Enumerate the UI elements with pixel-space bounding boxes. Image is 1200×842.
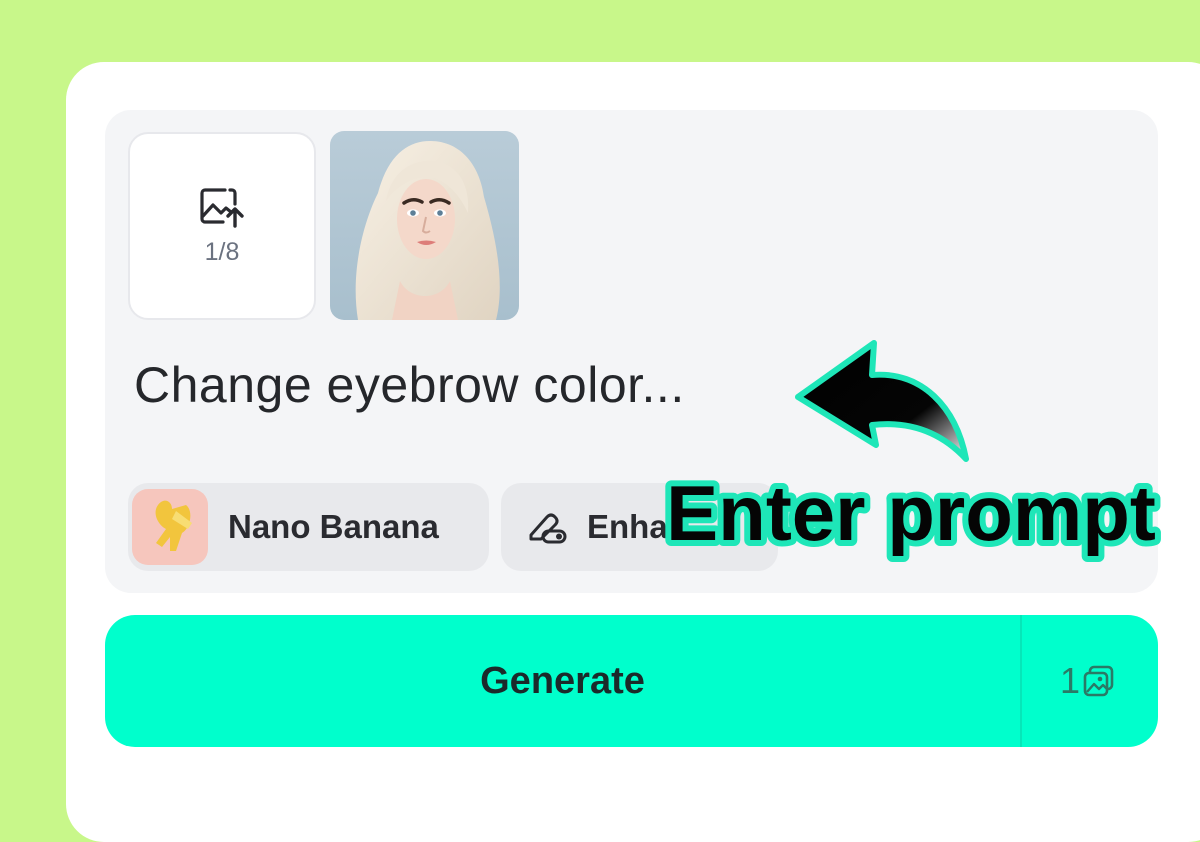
credits-count: 1	[1060, 660, 1081, 701]
upload-image-button[interactable]: 1/8	[128, 132, 316, 320]
pen-toggle-icon	[529, 513, 567, 544]
model-label: Nano Banana	[228, 508, 439, 545]
banana-figure-thumbnail	[132, 489, 208, 565]
generate-label: Generate	[480, 659, 645, 702]
model-selector-chip[interactable]: Nano Banana	[128, 483, 489, 571]
generate-divider	[1020, 615, 1022, 747]
callout-text: Enter prompt	[666, 469, 1156, 557]
upload-count: 1/8	[204, 237, 240, 266]
images-icon	[1083, 665, 1114, 697]
callout-label: Enter prompt	[660, 464, 1162, 563]
reference-image-thumbnail[interactable]	[330, 131, 519, 320]
credits-indicator: 1	[1060, 657, 1116, 705]
prompt-input[interactable]	[134, 352, 754, 418]
callout-arrow-icon	[795, 340, 969, 462]
generate-button[interactable]: Generate 1	[105, 615, 1158, 747]
image-upload-icon	[200, 187, 244, 228]
portrait-image	[330, 131, 519, 320]
